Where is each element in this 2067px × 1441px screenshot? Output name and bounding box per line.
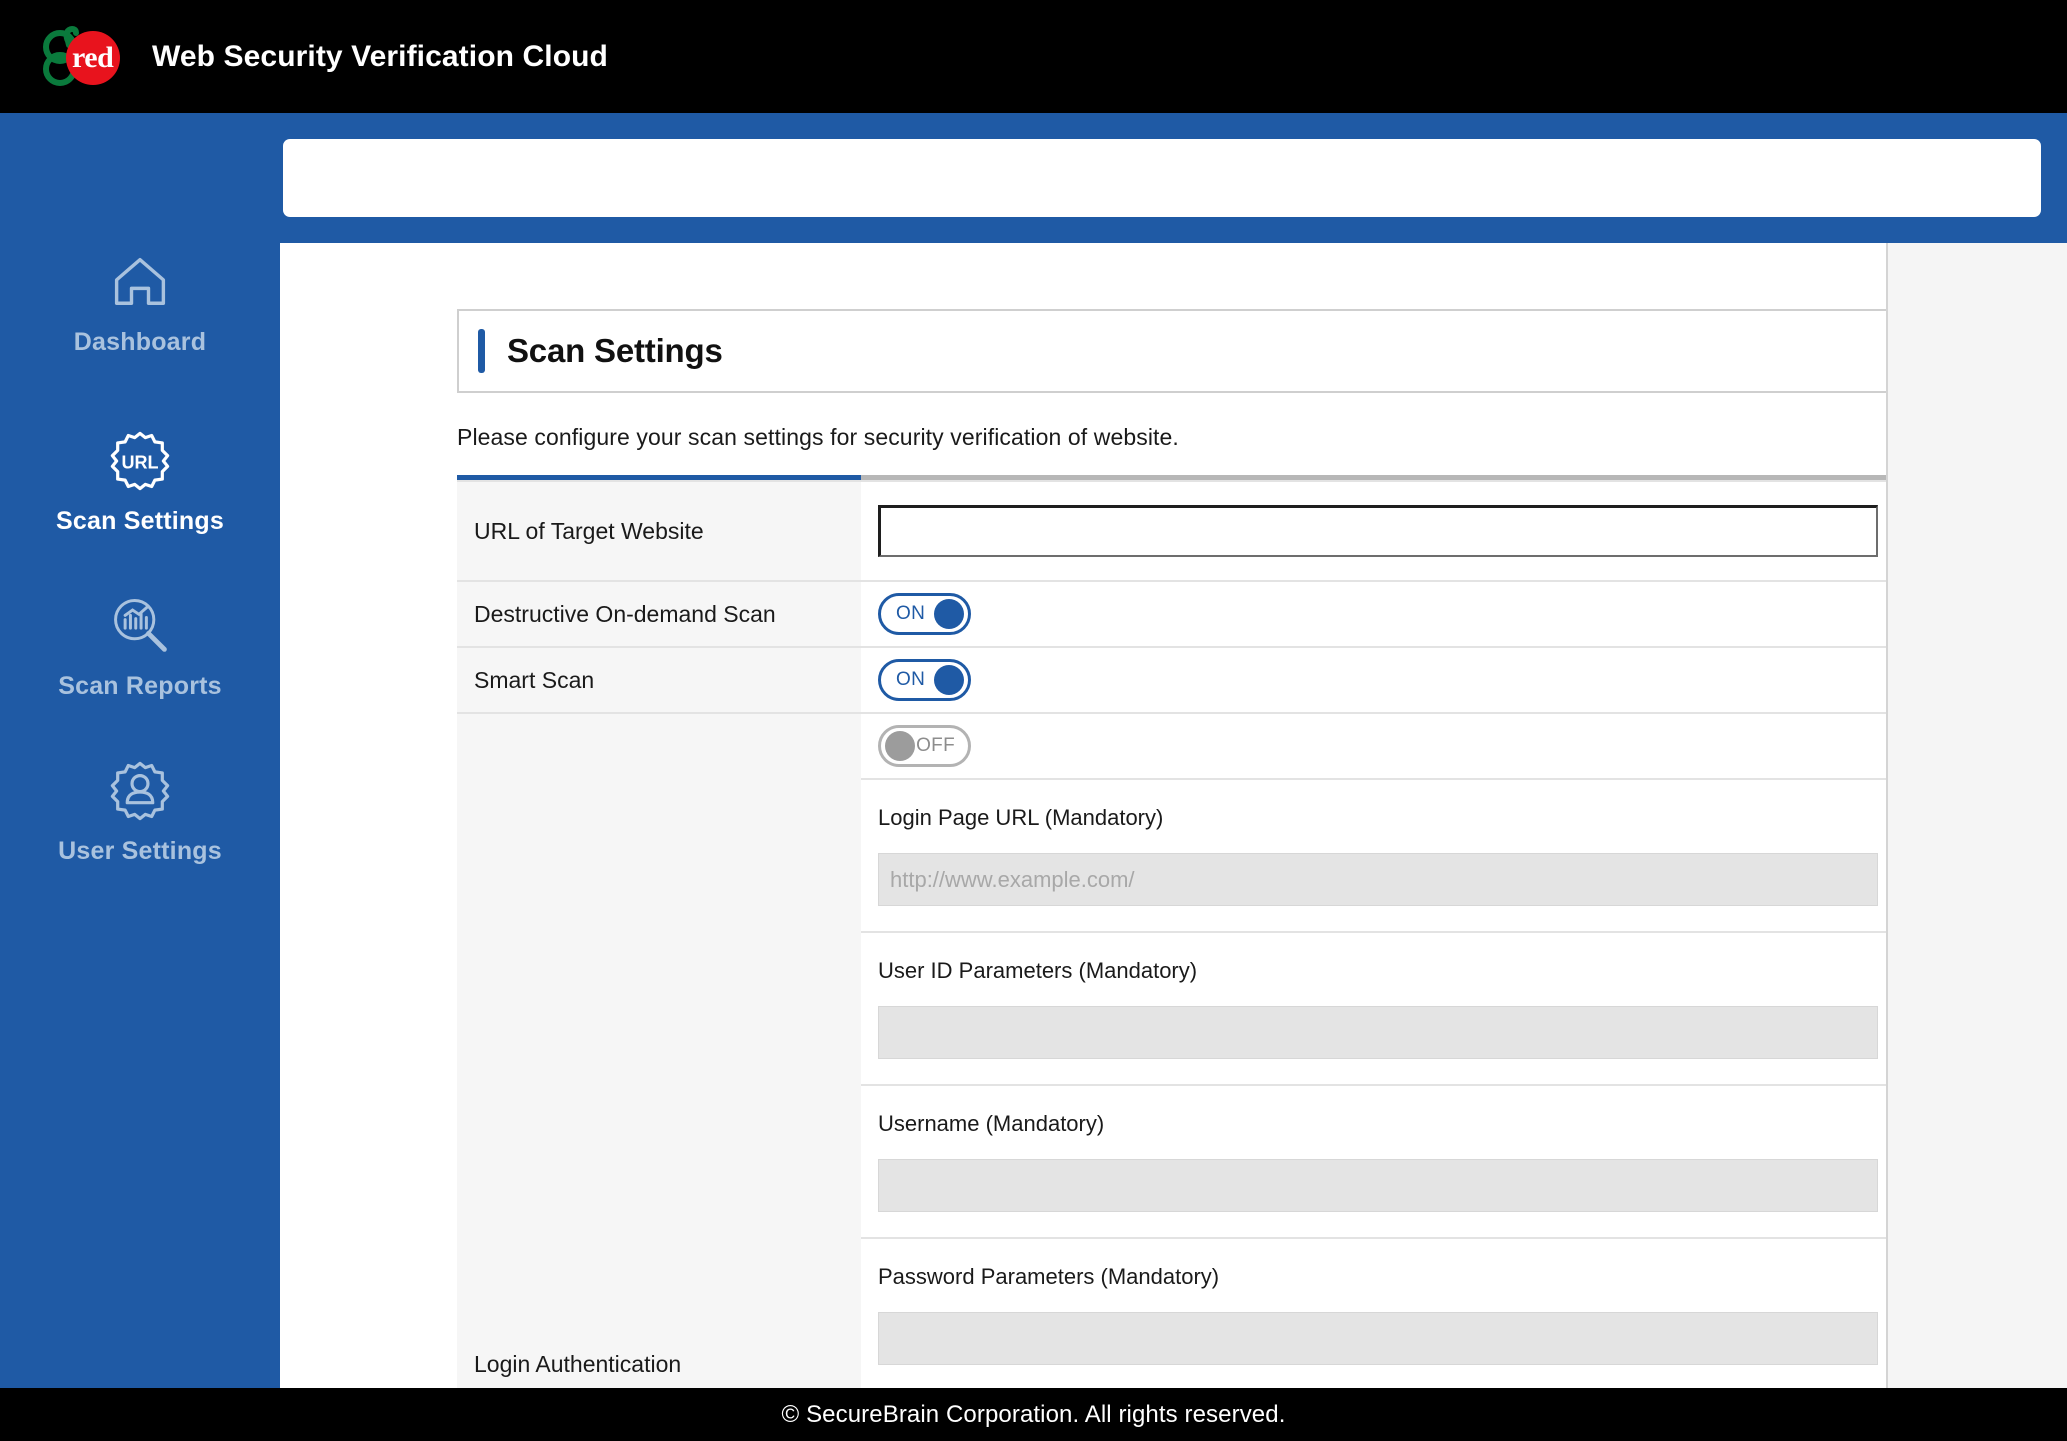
row-value: OFF <box>861 713 1889 780</box>
toggle-knob <box>885 731 915 761</box>
password-parameters-input[interactable] <box>878 1312 1878 1365</box>
app-title: Web Security Verification Cloud <box>152 39 608 73</box>
toggle-knob <box>934 599 964 629</box>
row-value: Username (Mandatory) <box>861 1085 1889 1239</box>
page-description: Please configure your scan settings for … <box>457 424 1179 450</box>
username-input[interactable] <box>878 1159 1878 1212</box>
table-row-destructive-scan: Destructive On-demand Scan ON <box>457 581 1889 648</box>
row-label-login-auth: Login Authentication <box>457 713 861 1391</box>
toggle-state-label: ON <box>896 603 926 624</box>
content-inner: Scan Settings Please configure your scan… <box>457 309 1889 1392</box>
app-root: red Web Security Verification Cloud Dash… <box>0 0 2067 1441</box>
banner-content-box <box>283 139 2041 217</box>
user-id-parameters-input[interactable] <box>878 1006 1878 1059</box>
sidebar-item-label: User Settings <box>58 837 222 865</box>
field-label: Username (Mandatory) <box>878 1111 1105 1136</box>
row-value: ON <box>861 581 1889 648</box>
field-block: Password Parameters (Mandatory) <box>878 1258 1878 1371</box>
sidebar: Dashboard URL Scan Settings Scan Reports… <box>0 113 280 1388</box>
table-row-url-target: URL of Target Website <box>457 481 1889 582</box>
row-label: URL of Target Website <box>457 481 861 582</box>
page-title-panel: Scan Settings <box>457 309 1889 393</box>
user-gear-icon <box>110 761 170 821</box>
row-value: ON <box>861 647 1889 714</box>
page-footer: © SecureBrain Corporation. All rights re… <box>0 1388 2067 1441</box>
toggle-state-label: ON <box>896 669 926 690</box>
destructive-scan-toggle[interactable]: ON <box>878 593 971 635</box>
title-accent-bar <box>478 329 485 373</box>
login-auth-label: Login Authentication <box>474 1351 682 1377</box>
field-label: Login Page URL (Mandatory) <box>878 805 1164 830</box>
home-icon <box>114 257 166 305</box>
page-right-gutter <box>1886 243 2067 1388</box>
main-content: Scan Settings Please configure your scan… <box>280 243 1889 1392</box>
field-label: Password Parameters (Mandatory) <box>878 1264 1220 1289</box>
logo-red-text: red <box>72 40 114 74</box>
footer-copyright: © SecureBrain Corporation. All rights re… <box>781 1400 1286 1428</box>
svg-text:URL: URL <box>121 452 158 472</box>
page-title: Scan Settings <box>507 332 723 369</box>
login-auth-toggle[interactable]: OFF <box>878 725 971 767</box>
field-block: User ID Parameters (Mandatory) <box>878 952 1878 1065</box>
sidebar-item-label: Scan Settings <box>56 507 224 535</box>
sidebar-item-user-settings[interactable]: User Settings <box>0 747 280 894</box>
row-value: Password Parameters (Mandatory) <box>861 1238 1889 1392</box>
table-row-smart-scan: Smart Scan ON <box>457 647 1889 714</box>
row-value: Login Page URL (Mandatory) <box>861 779 1889 933</box>
url-gear-icon: URL <box>110 431 170 491</box>
field-block: Login Page URL (Mandatory) <box>878 799 1878 912</box>
table-row-login-auth-toggle: Login Authentication OFF <box>457 713 1889 1391</box>
scan-settings-table: URL of Target Website Destructive On-dem… <box>457 475 1889 1392</box>
gred-logo-icon[interactable]: red <box>36 23 120 91</box>
sidebar-item-label: Scan Reports <box>58 672 222 700</box>
field-block: Username (Mandatory) <box>878 1105 1878 1218</box>
toggle-state-label: OFF <box>916 735 955 756</box>
app-header: red Web Security Verification Cloud <box>0 0 2067 113</box>
sidebar-nav: Dashboard URL Scan Settings Scan Reports… <box>0 238 280 894</box>
login-page-url-input[interactable] <box>878 853 1878 906</box>
row-label: Smart Scan <box>457 647 861 714</box>
url-target-input[interactable] <box>878 505 1878 557</box>
sidebar-item-label: Dashboard <box>73 328 207 356</box>
smart-scan-toggle[interactable]: ON <box>878 659 971 701</box>
sidebar-item-dashboard[interactable]: Dashboard <box>0 238 280 385</box>
row-value <box>861 481 1889 582</box>
chart-magnifier-icon <box>114 599 167 652</box>
field-label: User ID Parameters (Mandatory) <box>878 958 1198 983</box>
sidebar-item-scan-settings[interactable]: URL Scan Settings <box>0 417 280 564</box>
row-label: Destructive On-demand Scan <box>457 581 861 648</box>
sidebar-item-scan-reports[interactable]: Scan Reports <box>0 582 280 729</box>
row-value: User ID Parameters (Mandatory) <box>861 932 1889 1086</box>
toggle-knob <box>934 665 964 695</box>
